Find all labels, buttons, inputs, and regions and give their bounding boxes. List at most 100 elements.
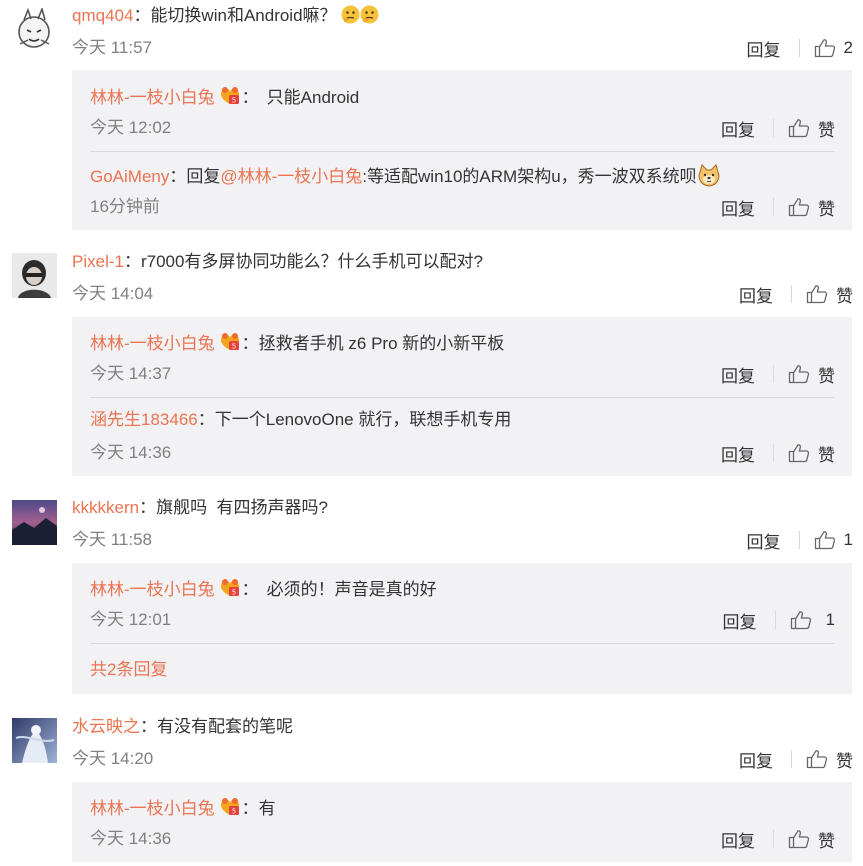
reply-item: 林林-一枝小白兔 5 ：有	[90, 796, 276, 820]
vip-badge-icon: 5	[218, 85, 242, 107]
mention-link[interactable]: @林林-一枝小白兔	[220, 167, 362, 186]
reply-button[interactable]: 回复	[721, 827, 773, 852]
reply-time: 今天 12:01	[90, 610, 172, 629]
thinking-emoji-icon	[360, 5, 379, 24]
reply-text: 只能Android	[266, 88, 360, 107]
thinking-emoji-icon	[341, 5, 360, 24]
reply-username[interactable]: 林林-一枝小白兔	[90, 334, 215, 353]
reply-button[interactable]: 回复	[739, 282, 791, 307]
reply-time: 16分钟前	[90, 197, 160, 216]
action-divider	[773, 830, 774, 848]
reply-time: 今天 14:36	[90, 829, 172, 848]
comment-username[interactable]: qmq404	[72, 6, 133, 25]
like-count: 赞	[818, 366, 835, 386]
action-divider	[798, 39, 800, 57]
reply-username[interactable]: GoAiMeny	[90, 167, 169, 186]
reply-actions: 回复 赞	[721, 195, 835, 220]
svg-text:5: 5	[231, 97, 235, 105]
action-divider	[773, 119, 774, 137]
like-count: 1	[825, 610, 835, 629]
reply-actions: 回复 赞	[721, 362, 835, 387]
like-count: 赞	[818, 831, 835, 851]
comment-body: 水云映之：有没有配套的笔呢	[72, 717, 293, 736]
like-count: 1	[843, 530, 853, 549]
comment-username[interactable]: 水云映之	[72, 717, 140, 736]
reply-item: 林林-一枝小白兔 5 ：拯救者手机 z6 Pro 新的小新平板	[90, 331, 504, 355]
vip-badge-icon: 5	[218, 331, 242, 353]
like-count: 2	[843, 38, 853, 57]
comment-time: 今天 11:57	[72, 38, 153, 57]
action-divider	[773, 198, 774, 216]
reply-actions: 回复 1	[723, 608, 835, 633]
comment-body: Pixel-1：r7000有多屏协同功能么？什么手机可以配对?	[72, 252, 483, 271]
reply-button[interactable]: 回复	[747, 36, 799, 61]
action-divider	[798, 531, 800, 549]
reply-text: 必须的！声音是真的好	[266, 580, 437, 599]
reply-text: 下一个LenovoOne 就行，联想手机专用	[214, 410, 512, 429]
like-button[interactable]: 赞	[788, 362, 835, 387]
comment-time: 今天 14:20	[72, 749, 154, 768]
avatar[interactable]	[12, 253, 57, 298]
comment-username[interactable]: Pixel-1	[72, 252, 124, 271]
reply-button[interactable]: 回复	[747, 528, 799, 553]
reply-username[interactable]: 林林-一枝小白兔	[90, 580, 215, 599]
reply-button[interactable]: 回复	[723, 608, 775, 633]
like-button[interactable]: 赞	[788, 827, 835, 852]
like-button[interactable]: 赞	[788, 195, 835, 220]
more-replies-link[interactable]: 共2条回复	[90, 659, 167, 681]
vip-badge-icon: 5	[218, 796, 242, 818]
reply-button[interactable]: 回复	[739, 747, 791, 772]
vip-badge-icon: 5	[218, 577, 242, 599]
like-button[interactable]: 1	[790, 610, 835, 630]
comment-actions: 回复 1	[747, 528, 853, 553]
thumbs-up-icon	[788, 830, 810, 849]
reply-username[interactable]: 林林-一枝小白兔	[90, 799, 215, 818]
like-count: 赞	[836, 286, 853, 306]
comment-time: 今天 11:58	[72, 530, 153, 549]
reply-button[interactable]: 回复	[721, 116, 773, 141]
like-button[interactable]: 赞	[788, 116, 835, 141]
reply-time: 今天 12:02	[90, 118, 172, 137]
svg-text:5: 5	[231, 589, 235, 597]
like-count: 赞	[818, 120, 835, 140]
like-button[interactable]: 赞	[788, 441, 835, 466]
reply-actions: 回复 赞	[721, 441, 835, 466]
action-divider	[773, 444, 774, 462]
action-divider	[774, 611, 776, 629]
comment-actions: 回复 2	[747, 36, 853, 61]
reply-username[interactable]: 涵先生183466	[90, 410, 198, 429]
comment-text: r7000有多屏协同功能么？什么手机可以配对?	[140, 252, 483, 271]
like-count: 赞	[818, 199, 835, 219]
avatar[interactable]	[12, 8, 57, 53]
svg-text:5: 5	[231, 808, 235, 816]
reply-item: 林林-一枝小白兔 5：只能Android	[90, 85, 359, 109]
reply-button[interactable]: 回复	[721, 362, 773, 387]
avatar[interactable]	[12, 718, 57, 763]
comment-text: 旗舰吗 有四扬声器吗?	[156, 498, 328, 517]
reply-time: 今天 14:36	[90, 443, 172, 462]
thumbs-up-icon	[788, 198, 810, 217]
comment-time: 今天 14:04	[72, 284, 154, 303]
like-button[interactable]: 赞	[806, 747, 853, 772]
reply-button[interactable]: 回复	[721, 441, 773, 466]
comment-text: 能切换win和Android嘛？	[150, 6, 337, 25]
avatar[interactable]	[12, 500, 57, 545]
reply-item: GoAiMeny：回复@林林-一枝小白兔:等适配win10的ARM架构u，秀一波…	[90, 164, 721, 188]
like-button[interactable]: 2	[814, 38, 853, 58]
reply-time: 今天 14:37	[90, 364, 172, 383]
reply-button[interactable]: 回复	[721, 195, 773, 220]
comment-username[interactable]: kkkkkern	[72, 498, 139, 517]
reply-actions: 回复 赞	[721, 116, 835, 141]
action-divider	[773, 365, 774, 383]
like-button[interactable]: 赞	[806, 282, 853, 307]
reply-username[interactable]: 林林-一枝小白兔	[90, 88, 215, 107]
action-divider	[791, 750, 792, 768]
svg-text:5: 5	[231, 343, 235, 351]
comment-actions: 回复 赞	[739, 282, 853, 307]
thumbs-up-icon	[788, 365, 810, 384]
thumbs-up-icon	[790, 611, 811, 630]
reply-divider	[90, 397, 835, 398]
like-button[interactable]: 1	[814, 530, 853, 550]
reply-item: 林林-一枝小白兔 5：必须的！声音是真的好	[90, 577, 437, 601]
reply-divider	[90, 643, 835, 644]
